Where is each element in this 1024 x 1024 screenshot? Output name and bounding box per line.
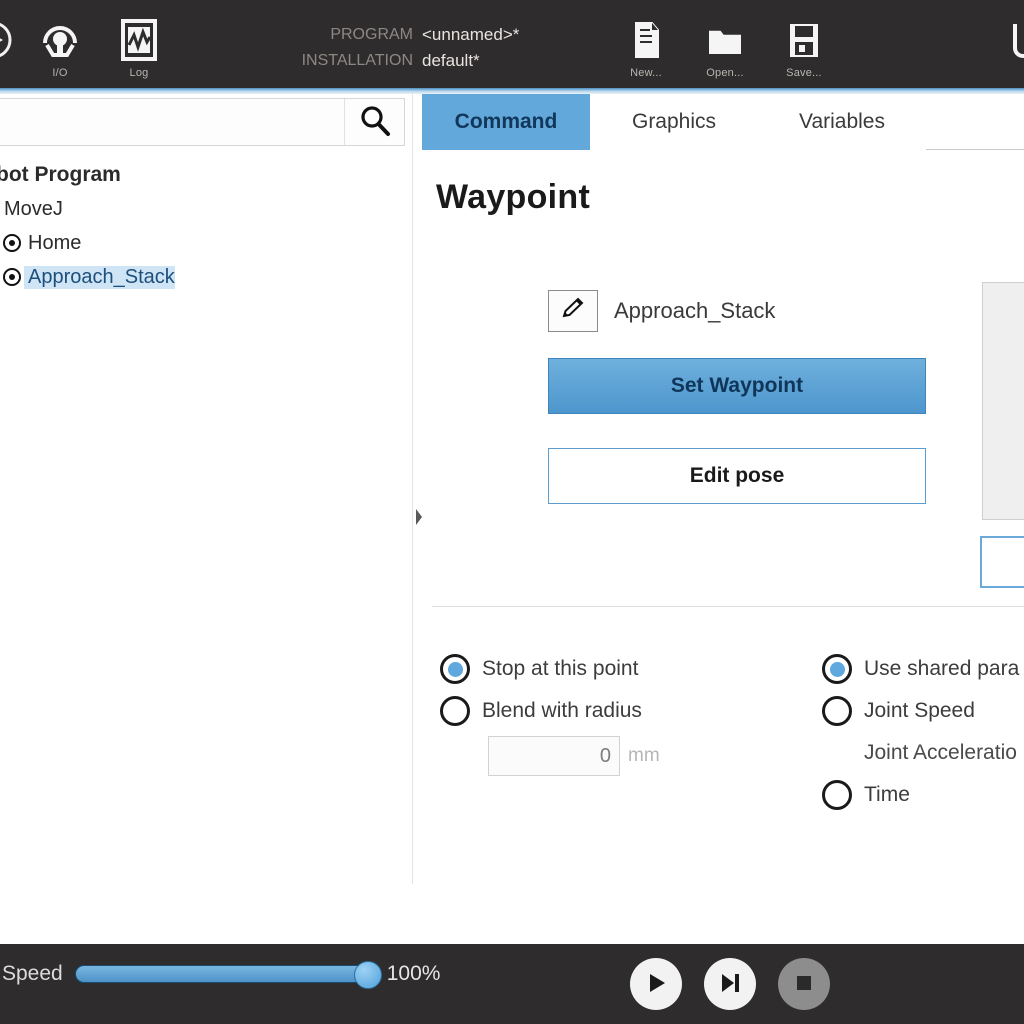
polyscope-window: I/O Log PROGRAM <unnamed>* INSTALLATION … — [0, 0, 1024, 1024]
waypoint-name-row: Approach_Stack — [548, 290, 1024, 336]
search-button[interactable] — [344, 99, 404, 145]
tab-graphics[interactable]: Graphics — [590, 94, 758, 150]
step-button[interactable] — [704, 958, 756, 1010]
edit-pose-button[interactable]: Edit pose — [548, 448, 926, 504]
run-program-icon — [0, 14, 19, 66]
set-waypoint-button[interactable]: Set Waypoint — [548, 358, 926, 414]
radio-use-shared-parameters[interactable]: Use shared para — [822, 648, 1024, 690]
tree-item-label: MoveJ — [4, 197, 63, 220]
header-button-log-label: Log — [129, 67, 149, 79]
radio-label: Joint Speed — [864, 699, 975, 722]
log-icon — [113, 14, 165, 66]
program-value: <unnamed>* — [422, 25, 520, 44]
command-panel: Command Graphics Variables Waypoint Appr… — [422, 94, 1024, 884]
radio-label: Stop at this point — [482, 657, 639, 680]
radio-icon — [440, 654, 470, 684]
header-button-io[interactable]: I/O — [27, 14, 93, 79]
tree-item-robot-program[interactable]: bot Program — [0, 158, 415, 192]
waypoint-name-label: Approach_Stack — [614, 298, 776, 323]
radio-label: Blend with radius — [482, 699, 642, 722]
tree-item-label: Home — [28, 231, 82, 254]
header-button-log[interactable]: Log — [106, 14, 172, 79]
program-tree: bot Program MoveJ Home Approach_Stack — [0, 152, 415, 878]
blend-radius-unit: mm — [628, 745, 660, 766]
radio-joint-speed[interactable]: Joint Speed — [822, 690, 1024, 732]
play-icon — [642, 969, 670, 1000]
radio-label: Use shared para — [864, 657, 1020, 680]
edit-name-button[interactable] — [548, 290, 598, 332]
save-disk-icon — [778, 14, 830, 66]
radio-icon — [822, 780, 852, 810]
new-file-label: New... — [630, 67, 662, 79]
open-file-label: Open... — [706, 67, 744, 79]
installation-row: INSTALLATION default* — [300, 48, 620, 74]
radio-icon — [822, 654, 852, 684]
radio-blend-with-radius[interactable]: Blend with radius — [440, 690, 720, 732]
waypoint-icon — [0, 233, 24, 253]
tab-bar: Command Graphics Variables — [422, 94, 1024, 150]
search-bar — [0, 98, 405, 146]
tree-item-approach-stack[interactable]: Approach_Stack — [0, 260, 415, 294]
section-divider — [432, 606, 1024, 607]
search-input[interactable] — [0, 99, 344, 145]
tree-item-label: bot Program — [0, 163, 121, 186]
header-button-partial[interactable] — [0, 14, 26, 66]
page-title: Waypoint — [436, 178, 591, 216]
joint-acceleration-label: Joint Acceleratio — [864, 741, 1017, 764]
blend-radius-input[interactable] — [488, 736, 620, 776]
radio-icon — [822, 696, 852, 726]
pose-preview-panel — [982, 282, 1024, 520]
top-header: I/O Log PROGRAM <unnamed>* INSTALLATION … — [0, 0, 1024, 88]
header-button-io-label: I/O — [52, 67, 68, 79]
stop-icon — [790, 969, 818, 1000]
tab-variables[interactable]: Variables — [758, 94, 926, 150]
step-icon — [716, 969, 744, 1000]
open-file-button[interactable]: Open... — [692, 14, 758, 79]
speed-option-group: Use shared para Joint Speed Joint Accele… — [822, 648, 1024, 816]
side-value-input[interactable] — [980, 536, 1024, 588]
radio-time[interactable]: Time — [822, 774, 1024, 816]
tree-item-home[interactable]: Home — [0, 226, 415, 260]
play-button[interactable] — [630, 958, 682, 1010]
command-body: Waypoint Approach_Stack Set Waypoint Edi… — [422, 150, 1024, 884]
waypoint-icon — [0, 267, 24, 287]
installation-label: INSTALLATION — [301, 52, 413, 69]
tree-item-movej[interactable]: MoveJ — [0, 192, 415, 226]
speed-value: 100% — [386, 962, 441, 985]
radio-stop-at-this-point[interactable]: Stop at this point — [440, 648, 720, 690]
speed-slider[interactable] — [74, 961, 382, 989]
speed-control: Speed 100% — [0, 961, 441, 989]
playback-controls — [630, 958, 830, 1010]
move-robot-icon — [997, 14, 1024, 66]
tab-command[interactable]: Command — [422, 94, 590, 150]
speed-slider-knob[interactable] — [353, 961, 382, 989]
io-icon — [34, 14, 86, 66]
blend-radius-row: mm — [488, 736, 720, 776]
save-file-button[interactable]: Save... — [771, 14, 837, 79]
open-folder-icon — [699, 14, 751, 66]
search-icon — [358, 104, 392, 141]
save-file-label: Save... — [786, 67, 822, 79]
new-file-icon — [620, 14, 672, 66]
speed-label: Speed — [2, 962, 63, 985]
blend-option-group: Stop at this point Blend with radius mm — [440, 648, 720, 776]
program-label: PROGRAM — [330, 26, 413, 43]
program-row: PROGRAM <unnamed>* — [300, 22, 620, 48]
radio-icon — [440, 696, 470, 726]
tree-item-label: Approach_Stack — [24, 265, 175, 289]
pencil-icon — [559, 295, 587, 328]
header-button-edge[interactable] — [990, 14, 1024, 66]
program-tree-panel: bot Program MoveJ Home Approach_Stack — [0, 94, 415, 1024]
radio-label: Time — [864, 783, 910, 806]
bottom-status-bar: Speed 100% — [0, 944, 1024, 1024]
panel-splitter[interactable] — [412, 94, 422, 884]
program-meta: PROGRAM <unnamed>* INSTALLATION default* — [300, 22, 620, 74]
installation-value: default* — [422, 51, 480, 70]
stop-button[interactable] — [778, 958, 830, 1010]
new-file-button[interactable]: New... — [613, 14, 679, 79]
